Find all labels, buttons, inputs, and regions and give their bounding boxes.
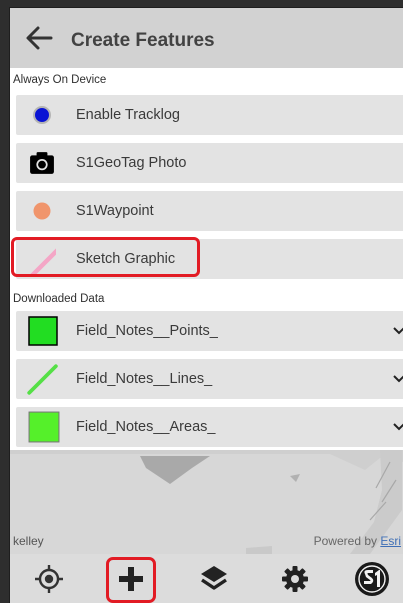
map-view[interactable]: kelley Powered by Esri	[10, 450, 403, 554]
orange-dot-icon	[33, 202, 51, 220]
feature-label: S1GeoTag Photo	[76, 155, 187, 171]
add-feature-highlight-box	[106, 557, 156, 603]
chevron-down-icon[interactable]	[392, 372, 403, 386]
layers-icon[interactable]	[197, 562, 231, 596]
app-screen: Create Features Always On Device Enable …	[10, 8, 403, 603]
crosshair-icon[interactable]	[32, 562, 66, 596]
gear-icon[interactable]	[278, 562, 312, 596]
bottom-toolbar	[10, 554, 403, 603]
esri-link[interactable]: Esri	[380, 534, 401, 548]
s1-logo-icon[interactable]	[353, 560, 391, 598]
sketch-graphic-highlight-box	[11, 237, 200, 277]
page-title: Create Features	[71, 30, 215, 51]
feature-label: Field_Notes__Lines_	[76, 371, 213, 387]
green-area-icon	[28, 411, 60, 443]
feature-label: S1Waypoint	[76, 203, 154, 219]
section-label-downloaded-data: Downloaded Data	[13, 293, 105, 305]
feature-label: Field_Notes__Areas_	[76, 419, 216, 435]
app-header: Create Features	[10, 8, 403, 68]
feature-row-field-notes-lines[interactable]: Field_Notes__Lines_	[16, 359, 403, 399]
feature-label: Field_Notes__Points_	[76, 323, 218, 339]
green-line-icon	[27, 364, 58, 395]
chevron-down-icon[interactable]	[392, 420, 403, 434]
feature-row-s1waypoint[interactable]: S1Waypoint	[16, 191, 403, 231]
map-credit-right: Powered by Esri	[314, 534, 401, 548]
chevron-down-icon[interactable]	[392, 324, 403, 338]
powered-by-text: Powered by	[313, 534, 381, 548]
feature-row-field-notes-areas[interactable]: Field_Notes__Areas_	[16, 407, 403, 447]
green-square-icon	[28, 316, 58, 346]
camera-icon	[30, 152, 54, 174]
device-frame: Create Features Always On Device Enable …	[0, 0, 403, 603]
blue-dot-icon	[33, 106, 51, 124]
feature-label: Enable Tracklog	[76, 107, 180, 123]
arrow-left-icon[interactable]	[24, 24, 54, 52]
feature-row-s1geotag-photo[interactable]: S1GeoTag Photo	[16, 143, 403, 183]
section-label-always-on-device: Always On Device	[13, 74, 107, 86]
map-credit-left: kelley	[13, 534, 44, 548]
feature-list-panel: Always On Device Enable Tracklog S1GeoTa…	[10, 68, 403, 450]
feature-row-enable-tracklog[interactable]: Enable Tracklog	[16, 95, 403, 135]
feature-row-field-notes-points[interactable]: Field_Notes__Points_	[16, 311, 403, 351]
